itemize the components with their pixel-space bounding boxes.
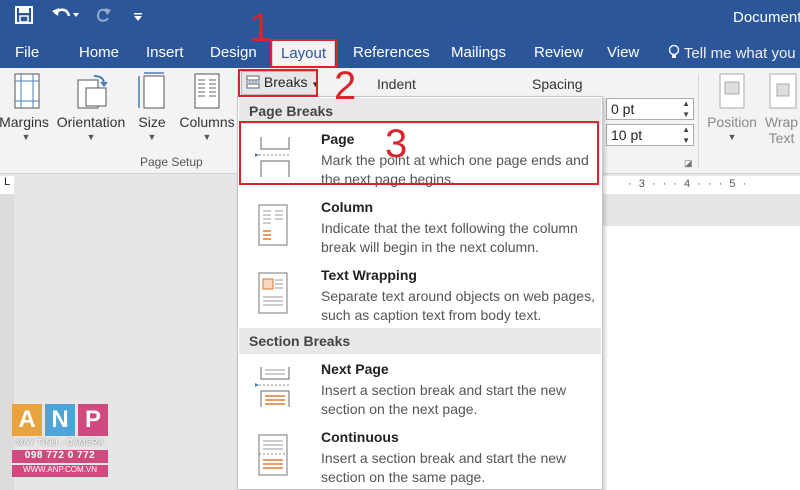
customize-qat-icon[interactable] bbox=[130, 6, 146, 30]
orientation-icon bbox=[74, 72, 108, 110]
menu-item-next-page[interactable]: Next Page Insert a section break and sta… bbox=[239, 355, 601, 421]
logo-letter-n: N bbox=[45, 404, 75, 436]
tab-references[interactable]: References bbox=[353, 44, 430, 61]
spacing-before-input[interactable]: 0 pt ▲ ▼ bbox=[606, 98, 694, 120]
wrap-text-icon bbox=[765, 72, 799, 110]
menu-item-column[interactable]: Column Indicate that the text following … bbox=[239, 193, 601, 259]
logo-letter-p: P bbox=[78, 404, 108, 436]
menu-item-description: Insert a section break and start the new… bbox=[321, 382, 567, 417]
anp-watermark-logo: A N P MÁY TÍNH - CAMERA 098 772 0 772 WW… bbox=[12, 404, 108, 480]
chevron-down-icon: ▼ bbox=[21, 132, 31, 142]
tab-home[interactable]: Home bbox=[79, 44, 119, 61]
save-icon[interactable] bbox=[12, 6, 36, 30]
logo-tagline: MÁY TÍNH - CAMERA bbox=[16, 438, 104, 447]
chevron-down-icon: ▼ bbox=[727, 132, 737, 142]
section-breaks-header: Section Breaks bbox=[239, 328, 601, 354]
menu-item-continuous[interactable]: Continuous Insert a section break and st… bbox=[239, 423, 601, 489]
orientation-button[interactable]: Orientation ▼ bbox=[52, 72, 130, 142]
position-label: Position bbox=[707, 114, 757, 130]
chevron-down-icon: ▼ bbox=[147, 132, 157, 142]
logo-website: WWW.ANP.COM.VN bbox=[12, 465, 108, 477]
position-button[interactable]: Position ▼ bbox=[704, 72, 760, 142]
spacing-label: Spacing bbox=[532, 76, 583, 92]
spinner-arrows-icon[interactable]: ▲ ▼ bbox=[682, 98, 690, 120]
dialog-launcher-icon[interactable]: ◪ bbox=[684, 158, 693, 169]
columns-icon bbox=[190, 72, 224, 110]
logo-phone: 098 772 0 772 bbox=[12, 450, 108, 463]
lightbulb-icon bbox=[668, 44, 684, 62]
spacing-after-input[interactable]: 10 pt ▲ ▼ bbox=[606, 124, 694, 146]
spacing-after-value: 10 pt bbox=[611, 127, 643, 143]
annotation-step-3: 3 bbox=[385, 122, 408, 166]
size-label: Size bbox=[138, 114, 166, 130]
menu-item-title: Column bbox=[321, 199, 374, 215]
chevron-down-icon: ▼ bbox=[86, 132, 96, 142]
position-icon bbox=[715, 72, 749, 110]
tab-selector[interactable]: L bbox=[0, 176, 14, 194]
orientation-label: Orientation bbox=[56, 114, 126, 130]
annotation-step-2: 2 bbox=[334, 64, 357, 108]
chevron-down-icon: ▼ bbox=[202, 132, 212, 142]
tell-me-box[interactable]: Tell me what you bbox=[668, 44, 796, 62]
margins-button[interactable]: Margins ▼ bbox=[0, 72, 52, 142]
page-setup-group-label: Page Setup bbox=[140, 155, 203, 169]
tab-mailings[interactable]: Mailings bbox=[451, 44, 506, 61]
annotation-box-breaks-button bbox=[238, 69, 318, 97]
continuous-break-icon bbox=[253, 433, 288, 477]
wrap-text-label-1: Wrap bbox=[764, 114, 799, 130]
annotation-step-1: 1 bbox=[249, 6, 272, 50]
group-divider bbox=[698, 74, 699, 168]
tab-view[interactable]: View bbox=[607, 44, 639, 61]
margins-label: Margins bbox=[0, 114, 49, 130]
wrap-text-button[interactable]: Wrap Text bbox=[763, 72, 800, 146]
annotation-box-page-item bbox=[239, 121, 599, 185]
menu-item-title: Next Page bbox=[321, 361, 389, 377]
next-page-break-icon bbox=[253, 365, 291, 409]
document-title: Document bbox=[733, 9, 800, 26]
size-icon bbox=[135, 72, 169, 110]
menu-item-title: Text Wrapping bbox=[321, 267, 417, 283]
wrap-text-label-2: Text bbox=[768, 130, 795, 146]
title-bar: Document bbox=[0, 0, 800, 38]
columns-button[interactable]: Columns ▼ bbox=[176, 72, 238, 142]
logo-letters: A N P bbox=[12, 404, 108, 436]
margins-icon bbox=[9, 72, 43, 110]
logo-letter-a: A bbox=[12, 404, 42, 436]
tab-review[interactable]: Review bbox=[534, 44, 583, 61]
ruler-marks: · 3 · · · 4 · · · 5 · bbox=[628, 178, 749, 190]
spinner-arrows-icon[interactable]: ▲ ▼ bbox=[682, 124, 690, 146]
annotation-box-layout-tab bbox=[270, 39, 338, 68]
menu-item-description: Separate text around objects on web page… bbox=[321, 288, 595, 323]
document-page[interactable] bbox=[600, 226, 800, 490]
text-wrapping-break-icon bbox=[253, 271, 288, 315]
menu-item-description: Indicate that the text following the col… bbox=[321, 220, 578, 255]
size-button[interactable]: Size ▼ bbox=[134, 72, 170, 142]
ribbon-tab-row: File Home Insert Design Layout Reference… bbox=[0, 38, 800, 68]
menu-item-text-wrapping[interactable]: Text Wrapping Separate text around objec… bbox=[239, 261, 601, 327]
indent-label: Indent bbox=[377, 76, 416, 92]
tab-insert[interactable]: Insert bbox=[146, 44, 184, 61]
redo-icon[interactable] bbox=[92, 6, 114, 30]
undo-icon[interactable] bbox=[50, 6, 80, 30]
horizontal-ruler: · 3 · · · 4 · · · 5 · bbox=[600, 176, 800, 194]
columns-label: Columns bbox=[179, 114, 235, 130]
menu-item-title: Continuous bbox=[321, 429, 399, 445]
tab-file[interactable]: File bbox=[15, 44, 39, 61]
tell-me-text: Tell me what you bbox=[683, 45, 796, 62]
menu-item-description: Insert a section break and start the new… bbox=[321, 450, 567, 485]
spacing-before-value: 0 pt bbox=[611, 101, 635, 117]
column-break-icon bbox=[253, 203, 288, 247]
